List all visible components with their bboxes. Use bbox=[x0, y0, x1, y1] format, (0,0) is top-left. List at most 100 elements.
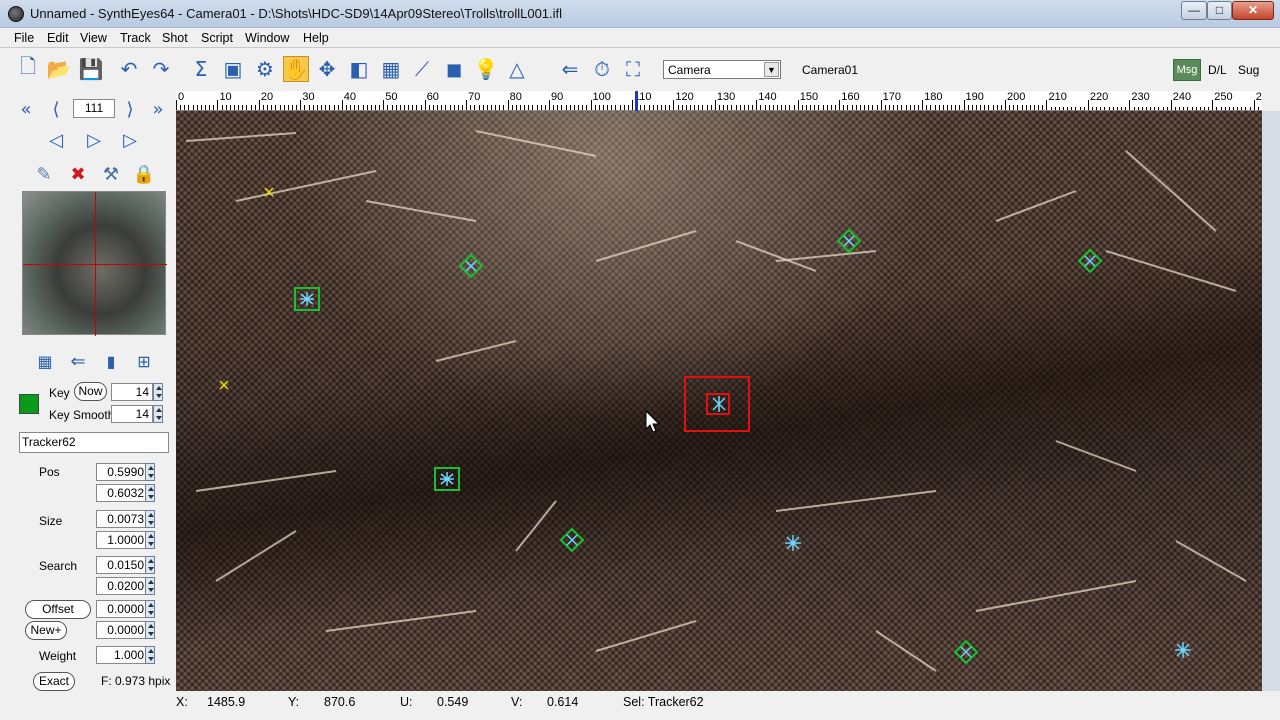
offset-x-spinner[interactable] bbox=[145, 600, 155, 618]
tracker-star[interactable] bbox=[785, 535, 801, 551]
solver-gear-icon[interactable]: ⚙ bbox=[252, 56, 278, 82]
minimize-button[interactable]: — bbox=[1181, 1, 1207, 20]
menu-file[interactable]: File bbox=[14, 31, 34, 45]
timeline-tick-label: 90 bbox=[551, 91, 564, 103]
search-w-field[interactable]: 0.0150 bbox=[96, 556, 148, 574]
pos-y-spinner[interactable] bbox=[145, 484, 155, 502]
timeline-tick-label: 120 bbox=[675, 91, 694, 103]
selected-tracker-search-box[interactable] bbox=[684, 376, 750, 432]
delete-icon[interactable]: ✖ bbox=[66, 163, 90, 185]
size-h-spinner[interactable] bbox=[145, 531, 155, 549]
tracker-star[interactable] bbox=[465, 260, 477, 272]
tracker-star[interactable] bbox=[843, 235, 855, 247]
sug-button[interactable]: Sug bbox=[1238, 63, 1259, 77]
key-spinner[interactable] bbox=[153, 383, 163, 401]
move-icon[interactable]: ✥ bbox=[314, 56, 340, 82]
chevron-down-icon[interactable]: ▼ bbox=[764, 62, 779, 77]
step-forward-icon[interactable]: ⟩ bbox=[118, 98, 142, 120]
weight-field[interactable]: 1.000 bbox=[96, 646, 148, 664]
new-file-icon[interactable]: 🗋 bbox=[15, 54, 41, 82]
offset-button[interactable]: Offset bbox=[25, 600, 91, 619]
track-forward-icon[interactable]: ▷ bbox=[118, 129, 142, 151]
play-icon[interactable]: ▷ bbox=[82, 129, 106, 151]
tracker-star[interactable] bbox=[960, 646, 972, 658]
offset-y-spinner[interactable] bbox=[145, 621, 155, 639]
track-back-icon[interactable]: ◁ bbox=[44, 129, 68, 151]
search-h-field[interactable]: 0.0200 bbox=[96, 577, 148, 595]
menu-view[interactable]: View bbox=[80, 31, 107, 45]
fit-icon[interactable]: ⛶ bbox=[620, 56, 646, 82]
tracker-star[interactable] bbox=[566, 534, 578, 546]
tracker-star[interactable] bbox=[440, 472, 454, 486]
size-w-field[interactable]: 0.0073 bbox=[96, 510, 148, 528]
dl-button[interactable]: D/L bbox=[1208, 63, 1227, 77]
tracker-star[interactable] bbox=[1084, 255, 1096, 267]
tracker-name-field[interactable]: Tracker62 bbox=[19, 432, 169, 453]
status-v-label: V: bbox=[511, 695, 523, 709]
light-bulb-icon[interactable]: 💡 bbox=[473, 56, 499, 82]
new-plus-button[interactable]: New+ bbox=[25, 621, 67, 640]
perspective-icon[interactable]: △ bbox=[504, 56, 530, 82]
step-back-icon[interactable]: ⟨ bbox=[44, 98, 68, 120]
exact-button[interactable]: Exact bbox=[33, 672, 75, 691]
timeline[interactable]: 0 10 20 30 40 50 60 70 80 90 100 110 120 130 140 150 160… bbox=[176, 91, 1274, 111]
close-button[interactable]: ✕ bbox=[1232, 1, 1274, 20]
grid-icon[interactable]: ▦ bbox=[33, 350, 57, 372]
size-w-spinner[interactable] bbox=[145, 510, 155, 528]
clock-icon[interactable]: ⏱ bbox=[589, 56, 615, 82]
pos-y-field[interactable]: 0.6032 bbox=[96, 484, 148, 502]
pick-icon[interactable]: ✎ bbox=[32, 163, 56, 185]
tracker-paw-icon[interactable]: ✋ bbox=[283, 56, 309, 82]
summary-icon[interactable]: Σ bbox=[188, 56, 214, 82]
tracker-marker[interactable] bbox=[219, 380, 229, 390]
menu-window[interactable]: Window bbox=[245, 31, 289, 45]
search-h-spinner[interactable] bbox=[145, 577, 155, 595]
maximize-button[interactable]: □ bbox=[1207, 1, 1232, 20]
size-h-field[interactable]: 1.0000 bbox=[96, 531, 148, 549]
hammer-icon[interactable]: ⚒ bbox=[99, 163, 123, 185]
calculator-icon[interactable]: ▦ bbox=[378, 56, 404, 82]
save-icon[interactable]: 💾 bbox=[78, 56, 104, 82]
weight-spinner[interactable] bbox=[145, 646, 155, 664]
back-arrow-icon[interactable]: ⇐ bbox=[557, 56, 583, 82]
key-field[interactable]: 14 bbox=[111, 383, 153, 401]
selected-tracker-center[interactable] bbox=[712, 396, 726, 412]
offset-x-field[interactable]: 0.0000 bbox=[96, 600, 148, 618]
frame-number-field[interactable]: 111 bbox=[73, 99, 115, 118]
pos-x-field[interactable]: 0.5990 bbox=[96, 463, 148, 481]
lens-icon[interactable]: ◧ bbox=[346, 56, 372, 82]
search-w-spinner[interactable] bbox=[145, 556, 155, 574]
camera-select[interactable]: Camera ▼ bbox=[663, 60, 781, 79]
open-folder-icon[interactable]: 📂 bbox=[46, 56, 72, 82]
timeline-tick bbox=[1174, 107, 1176, 110]
layout-icon[interactable]: ⊞ bbox=[132, 350, 156, 372]
menu-shot[interactable]: Shot bbox=[162, 31, 188, 45]
camera-viewport[interactable] bbox=[176, 111, 1262, 691]
tracker-preview[interactable] bbox=[22, 191, 167, 336]
menu-script[interactable]: Script bbox=[201, 31, 233, 45]
tracker-star[interactable] bbox=[1175, 642, 1191, 658]
menu-help[interactable]: Help bbox=[303, 31, 329, 45]
key-smooth-spinner[interactable] bbox=[153, 405, 163, 423]
cube-icon[interactable]: ◼ bbox=[441, 56, 467, 82]
pos-x-spinner[interactable] bbox=[145, 463, 155, 481]
graph-icon[interactable]: ⟋ bbox=[409, 56, 435, 82]
lock-icon[interactable]: 🔒 bbox=[132, 163, 156, 185]
menu-track[interactable]: Track bbox=[120, 31, 151, 45]
redo-icon[interactable]: ↷ bbox=[148, 56, 174, 82]
key-smooth-field[interactable]: 14 bbox=[111, 405, 153, 423]
viewport-scroll-strip[interactable] bbox=[1262, 111, 1280, 691]
back-arrow-icon[interactable]: ⇐ bbox=[66, 350, 90, 372]
now-button[interactable]: Now bbox=[74, 382, 107, 401]
shot-setup-icon[interactable]: ▣ bbox=[220, 56, 246, 82]
capsule-icon[interactable]: ▮ bbox=[99, 350, 123, 372]
offset-y-field[interactable]: 0.0000 bbox=[96, 621, 148, 639]
tracker-star[interactable] bbox=[300, 292, 314, 306]
msg-button[interactable]: Msg bbox=[1173, 59, 1201, 81]
rewind-start-icon[interactable]: « bbox=[14, 98, 38, 120]
tracker-color-swatch[interactable] bbox=[19, 394, 39, 414]
forward-end-icon[interactable]: » bbox=[146, 98, 170, 120]
timeline-current-frame-marker[interactable] bbox=[635, 91, 639, 111]
undo-icon[interactable]: ↶ bbox=[116, 56, 142, 82]
menu-edit[interactable]: Edit bbox=[47, 31, 69, 45]
